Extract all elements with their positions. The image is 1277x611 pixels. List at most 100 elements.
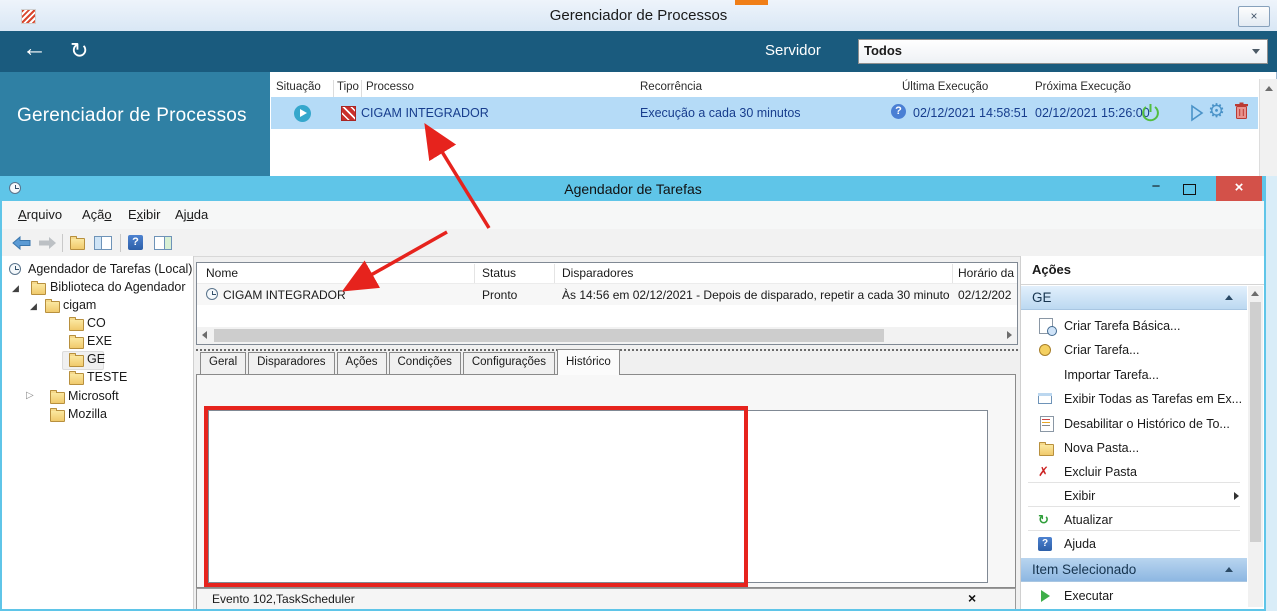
nav-forward-icon[interactable] — [38, 236, 57, 250]
col-header-proxima-execucao[interactable]: Próxima Execução — [1035, 81, 1131, 93]
col-header-horario[interactable]: Horário da — [958, 266, 1014, 280]
action-desabilitar-historico[interactable]: Desabilitar o Histórico de To... — [1022, 412, 1246, 436]
action-atualizar[interactable]: ↻ Atualizar — [1022, 508, 1246, 532]
sidebar-title: Gerenciador de Processos — [17, 105, 247, 126]
col-header-status[interactable]: Status — [482, 266, 516, 280]
col-header-nome[interactable]: Nome — [206, 266, 238, 280]
tree-item-microsoft[interactable]: Microsoft — [68, 389, 119, 403]
action-exibir[interactable]: Exibir — [1022, 484, 1246, 508]
basic-task-icon — [1038, 318, 1057, 336]
close-detail-icon[interactable]: × — [968, 590, 976, 606]
actions-group-ge[interactable]: GE — [1021, 286, 1247, 310]
back-icon[interactable]: ← — [22, 34, 47, 63]
history-log-icon — [1038, 416, 1054, 432]
column-divider — [952, 264, 953, 283]
task-status: Pronto — [482, 288, 518, 302]
menu-exibir[interactable]: Exibir — [128, 207, 161, 222]
maximize-button[interactable] — [1183, 184, 1196, 195]
task-icon — [206, 288, 218, 300]
hscrollbar-thumb[interactable] — [214, 329, 884, 342]
tab-condicoes[interactable]: Condições — [388, 352, 461, 375]
screen: Gerenciador de Processos × ← ↻ Servidor … — [0, 0, 1277, 611]
create-task-clock-icon — [1038, 342, 1054, 358]
tab-geral[interactable]: Geral — [200, 352, 247, 375]
action-excluir-pasta[interactable]: ✗ Excluir Pasta — [1022, 460, 1246, 484]
col-header-disparadores[interactable]: Disparadores — [562, 266, 633, 280]
close-button[interactable]: × — [1216, 176, 1262, 201]
actions-scrollbar-thumb[interactable] — [1250, 302, 1261, 542]
menu-ajuda[interactable]: Ajuda — [175, 207, 208, 222]
nav-back-icon[interactable] — [12, 236, 31, 250]
tree-item-exe[interactable]: EXE — [87, 334, 112, 348]
export-list-icon[interactable] — [70, 236, 85, 250]
tab-historico[interactable]: Histórico — [557, 349, 620, 375]
col-header-tipo[interactable]: Tipo — [337, 81, 359, 93]
menu-arquivo[interactable]: Arquivo — [18, 207, 62, 222]
process-recurrence: Execução a cada 30 minutos — [640, 106, 801, 120]
action-exibir-todas[interactable]: Exibir Todas as Tarefas em Ex... — [1022, 387, 1246, 411]
tree-item-co[interactable]: CO — [87, 316, 106, 330]
menu-accel: o — [104, 207, 112, 222]
divider — [1028, 530, 1240, 531]
tab-acoes[interactable]: Ações — [336, 352, 387, 375]
column-divider — [474, 264, 475, 283]
menu-acao[interactable]: Ação — [82, 207, 112, 222]
refresh-icon: ↻ — [1038, 512, 1049, 527]
process-table-scrollbar[interactable] — [1259, 79, 1277, 178]
collapse-icon[interactable] — [1225, 567, 1233, 572]
power-icon[interactable] — [1140, 102, 1161, 123]
refresh-icon[interactable]: ↻ — [70, 38, 88, 64]
actions-group-item-selecionado[interactable]: Item Selecionado — [1021, 558, 1247, 582]
tree-item-ge[interactable]: GE — [87, 352, 105, 366]
tree-item-library[interactable]: Biblioteca do Agendador — [50, 280, 186, 294]
tab-disparadores[interactable]: Disparadores — [248, 352, 335, 375]
action-executar[interactable]: Executar — [1022, 584, 1246, 608]
collapse-icon[interactable] — [1225, 295, 1233, 300]
action-pane-toggle-icon[interactable] — [154, 236, 172, 250]
menu-accel: A — [18, 207, 27, 222]
event-detail-title: Evento 102,TaskScheduler — [212, 592, 355, 606]
tree-item-cigam[interactable]: cigam — [63, 298, 96, 312]
task-name: CIGAM INTEGRADOR — [223, 288, 346, 302]
gear-icon[interactable]: ⚙ — [1208, 100, 1225, 123]
action-criar-tarefa[interactable]: Criar Tarefa... — [1022, 338, 1246, 362]
col-header-situacao[interactable]: Situação — [276, 81, 321, 93]
console-tree-toggle-icon[interactable] — [94, 236, 112, 250]
tab-configuracoes[interactable]: Configurações — [462, 352, 555, 375]
tree-item-mozilla[interactable]: Mozilla — [68, 407, 107, 421]
col-header-processo[interactable]: Processo — [366, 81, 414, 93]
help-icon[interactable]: ? — [891, 104, 906, 119]
column-divider — [333, 80, 334, 97]
action-nova-pasta[interactable]: Nova Pasta... — [1022, 436, 1246, 460]
tree-item-root[interactable]: Agendador de Tarefas (Local) — [28, 262, 192, 276]
divider — [1028, 482, 1240, 483]
action-label: Exibir — [1064, 489, 1096, 503]
server-dropdown[interactable] — [858, 39, 1268, 64]
delete-x-icon: ✗ — [1038, 464, 1049, 479]
task-next-run: 02/12/202 — [958, 288, 1012, 302]
expander-collapsed-icon[interactable]: ▷ — [26, 390, 34, 401]
minimize-button[interactable]: − — [1146, 178, 1166, 198]
process-manager-close-button[interactable]: × — [1238, 6, 1270, 27]
column-divider — [361, 80, 362, 97]
folder-icon — [50, 408, 65, 422]
col-header-ultima-execucao[interactable]: Última Execução — [902, 81, 988, 93]
toolbar-help-icon[interactable]: ? — [128, 235, 143, 250]
chevron-down-icon — [1252, 49, 1260, 54]
action-importar-tarefa[interactable]: Importar Tarefa... — [1022, 363, 1246, 387]
expander-expanded-icon[interactable]: ◢ — [30, 301, 37, 312]
action-label: Exibir Todas as Tarefas em Ex... — [1064, 392, 1243, 406]
tree-item-teste[interactable]: TESTE — [87, 370, 127, 384]
action-criar-tarefa-basica[interactable]: Criar Tarefa Básica... — [1022, 314, 1246, 338]
expander-expanded-icon[interactable]: ◢ — [12, 283, 19, 294]
menu-text: Aj — [175, 207, 187, 222]
run-icon — [1038, 588, 1054, 604]
new-folder-icon — [1038, 440, 1054, 456]
action-ajuda[interactable]: ? Ajuda — [1022, 532, 1246, 556]
last-execution: 02/12/2021 14:58:51 — [913, 106, 1028, 120]
trash-icon[interactable] — [1234, 102, 1249, 120]
col-header-recorrencia[interactable]: Recorrência — [640, 81, 702, 93]
submenu-arrow-icon — [1234, 492, 1239, 500]
event-table — [208, 410, 988, 583]
run-play-icon[interactable] — [1189, 104, 1205, 122]
